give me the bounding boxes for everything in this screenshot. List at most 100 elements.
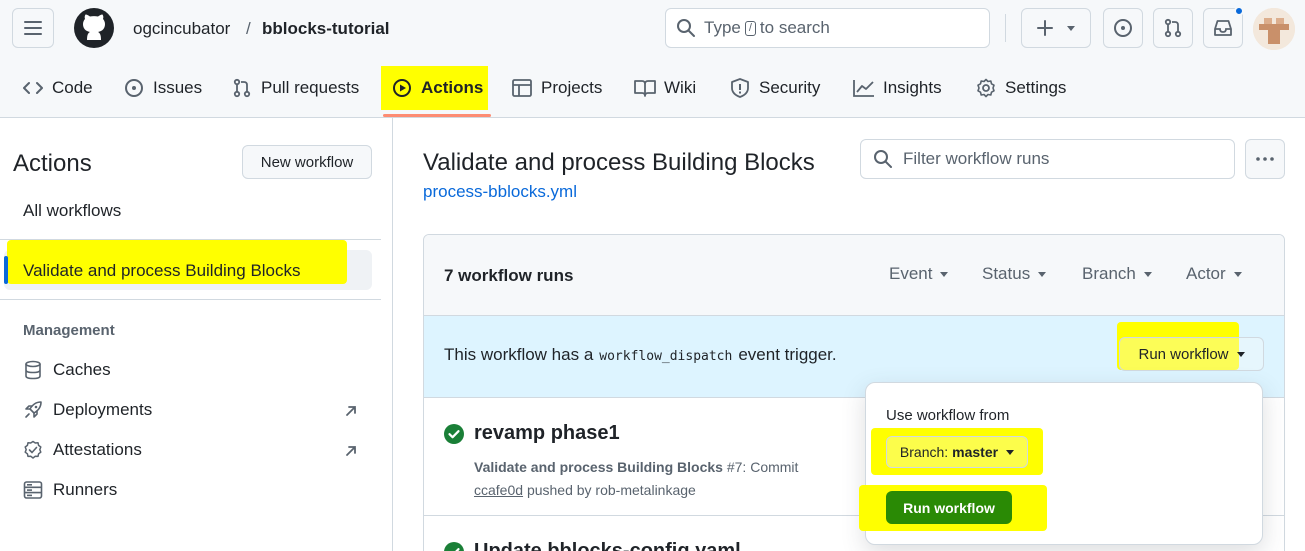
chevron-down-icon: [940, 271, 949, 277]
breadcrumb-separator: /: [246, 19, 251, 38]
search-placeholder-start: Type: [704, 18, 741, 37]
sidebar-item-runners[interactable]: Runners: [23, 480, 117, 500]
sidebar-selected-marker: [4, 256, 8, 284]
header-divider: [1005, 14, 1006, 42]
filter-event-dropdown[interactable]: Event: [889, 264, 949, 284]
server-icon: [23, 481, 43, 499]
book-icon: [634, 77, 656, 99]
run-meta: Validate and process Building Blocks #7:…: [474, 456, 798, 502]
tab-issues[interactable]: Issues: [123, 68, 202, 108]
kebab-horizontal-icon: [1256, 157, 1274, 161]
pull-requests-button[interactable]: [1153, 8, 1193, 48]
tab-code[interactable]: Code: [22, 68, 93, 108]
tab-projects[interactable]: Projects: [511, 68, 602, 108]
repo-name-link[interactable]: bblocks-tutorial: [262, 18, 390, 40]
git-pull-request-icon: [1164, 18, 1182, 38]
graph-icon: [853, 77, 875, 99]
table-icon: [511, 77, 533, 99]
new-workflow-button[interactable]: New workflow: [242, 145, 372, 179]
inbox-icon: [1214, 20, 1232, 36]
sidebar-item-caches[interactable]: Caches: [23, 360, 111, 380]
tab-label: Projects: [541, 78, 603, 97]
sidebar-vertical-divider: [392, 118, 393, 551]
repo-owner-link[interactable]: ogcincubator: [133, 18, 230, 40]
chevron-down-icon: [1143, 271, 1152, 277]
check-circle-fill-icon: [444, 542, 464, 551]
notice-suffix: event trigger.: [738, 345, 837, 364]
external-link-icon: [344, 444, 358, 458]
filter-branch-dropdown[interactable]: Branch: [1082, 264, 1152, 284]
tab-label: Wiki: [664, 78, 697, 97]
filter-label: Actor: [1186, 264, 1226, 283]
code-icon: [22, 77, 44, 99]
search-input[interactable]: Type / to search: [665, 8, 990, 48]
create-new-button[interactable]: [1021, 8, 1091, 48]
copilot-issues-button[interactable]: [1103, 8, 1143, 48]
branch-value: master: [952, 444, 999, 460]
avatar[interactable]: [1253, 8, 1295, 50]
github-logo-icon[interactable]: [73, 7, 115, 49]
sidebar-item-label: Deployments: [53, 400, 153, 419]
sidebar-item-deployments[interactable]: Deployments: [23, 400, 152, 420]
filter-label: Status: [982, 264, 1031, 283]
chevron-down-icon: [1006, 449, 1015, 455]
management-heading: Management: [23, 322, 115, 339]
rocket-icon: [25, 401, 42, 418]
use-workflow-from-label: Use workflow from: [886, 407, 1010, 424]
run-number: #7: Commit: [726, 459, 799, 475]
tab-pull-requests[interactable]: Pull requests: [231, 68, 359, 108]
dispatch-notice-text: This workflow has a workflow_dispatch ev…: [444, 345, 837, 365]
run-workflow-dropdown-button[interactable]: Run workflow: [1119, 337, 1264, 371]
filter-workflow-runs-input[interactable]: Filter workflow runs: [860, 139, 1235, 179]
notice-code: workflow_dispatch: [599, 349, 733, 364]
pull-request-icon: [231, 77, 253, 99]
chevron-down-icon: [1038, 271, 1047, 277]
sidebar-item-all-workflows[interactable]: All workflows: [23, 200, 121, 222]
selected-tab-underline: [383, 114, 491, 117]
filter-status-dropdown[interactable]: Status: [982, 264, 1047, 284]
runs-header: 7 workflow runs Event Status Branch Acto…: [424, 235, 1284, 316]
run-workflow-label: Run workflow: [1138, 345, 1229, 363]
plus-icon: [1037, 20, 1053, 36]
run-workflow-submit-button[interactable]: Run workflow: [886, 491, 1012, 524]
gear-icon: [975, 77, 997, 99]
tab-label: Security: [759, 78, 821, 97]
run-pushed-by: pushed by rob-metalinkage: [526, 482, 696, 498]
filter-actor-dropdown[interactable]: Actor: [1186, 264, 1242, 284]
database-icon: [25, 360, 41, 380]
runs-count: 7 workflow runs: [444, 266, 574, 285]
external-link-icon: [344, 404, 358, 418]
run-workflow-name: Validate and process Building Blocks: [474, 459, 723, 475]
sidebar-item-attestations[interactable]: Attestations: [23, 440, 142, 460]
tab-actions[interactable]: Actions: [391, 68, 483, 108]
run-title[interactable]: Update bblocks-config.yaml: [474, 540, 741, 551]
tab-label: Issues: [153, 78, 203, 97]
hamburger-icon: [24, 21, 42, 35]
workflow-file-link[interactable]: process-bblocks.yml: [423, 182, 577, 202]
sidebar-item-selected-workflow[interactable]: Validate and process Building Blocks: [23, 260, 301, 282]
commit-sha-link[interactable]: ccafe0d: [474, 482, 523, 498]
issue-icon: [123, 77, 145, 99]
tab-label: Actions: [421, 78, 484, 97]
sidebar-title: Actions: [13, 150, 92, 177]
sidebar-item-label: Runners: [53, 480, 118, 499]
shield-icon: [729, 77, 751, 99]
run-title[interactable]: revamp phase1: [474, 422, 620, 445]
search-shortcut-key: /: [744, 20, 756, 36]
tab-security[interactable]: Security: [729, 68, 820, 108]
notice-prefix: This workflow has a: [444, 345, 594, 364]
chevron-down-icon: [1233, 271, 1242, 277]
run-workflow-menu: Use workflow from Branch: master Run wor…: [859, 382, 1263, 545]
more-options-button[interactable]: [1245, 139, 1285, 179]
branch-select[interactable]: Branch: master: [886, 436, 1028, 468]
sidebar-divider: [0, 299, 381, 300]
tab-wiki[interactable]: Wiki: [634, 68, 696, 108]
filter-placeholder: Filter workflow runs: [903, 149, 1050, 168]
tab-settings[interactable]: Settings: [975, 68, 1066, 108]
tab-insights[interactable]: Insights: [853, 68, 942, 108]
menu-button[interactable]: [12, 8, 54, 48]
chevron-down-icon: [1236, 351, 1245, 357]
check-circle-fill-icon: [444, 424, 464, 444]
sidebar-item-label: Caches: [53, 360, 111, 379]
tab-label: Pull requests: [261, 78, 360, 97]
